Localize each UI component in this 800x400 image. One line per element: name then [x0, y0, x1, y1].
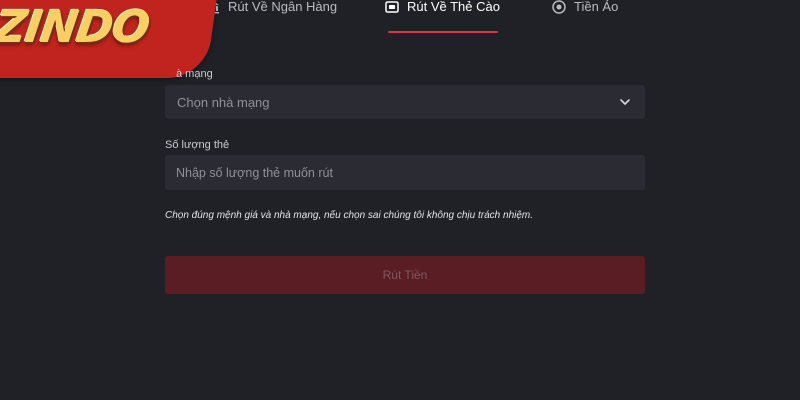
tab-label: Tiền Ảo [574, 0, 619, 14]
quantity-input[interactable] [165, 155, 645, 190]
network-label: à mạng [176, 68, 213, 80]
active-tab-indicator [388, 31, 498, 33]
logo-text: ZINDO [0, 2, 153, 53]
warning-note: Chọn đúng mệnh giá và nhà mạng, nếu chọn… [165, 210, 534, 221]
tab-label: Rút Về Ngân Hàng [228, 0, 338, 14]
tab-crypto-withdraw[interactable]: Tiền Ảo [552, 0, 618, 32]
tab-bank-withdraw[interactable]: Rút Về Ngân Hàng [206, 0, 337, 32]
network-select[interactable]: Chọn nhà mạng [165, 85, 645, 119]
withdraw-page: Rút Về Ngân Hàng Rút Về Thẻ Cào Tiền Ảo … [0, 0, 800, 400]
card-icon [385, 0, 399, 14]
chevron-down-icon [619, 96, 631, 108]
zindo-logo: ZINDO [0, 0, 219, 78]
network-select-value: Chọn nhà mạng [177, 94, 270, 110]
withdraw-button[interactable]: Rút Tiền [165, 256, 645, 294]
quantity-label: Số lượng thẻ [165, 139, 230, 151]
tab-label: Rút Về Thẻ Cào [407, 0, 500, 14]
coin-icon [552, 0, 566, 14]
tab-card-withdraw[interactable]: Rút Về Thẻ Cào [385, 0, 500, 32]
